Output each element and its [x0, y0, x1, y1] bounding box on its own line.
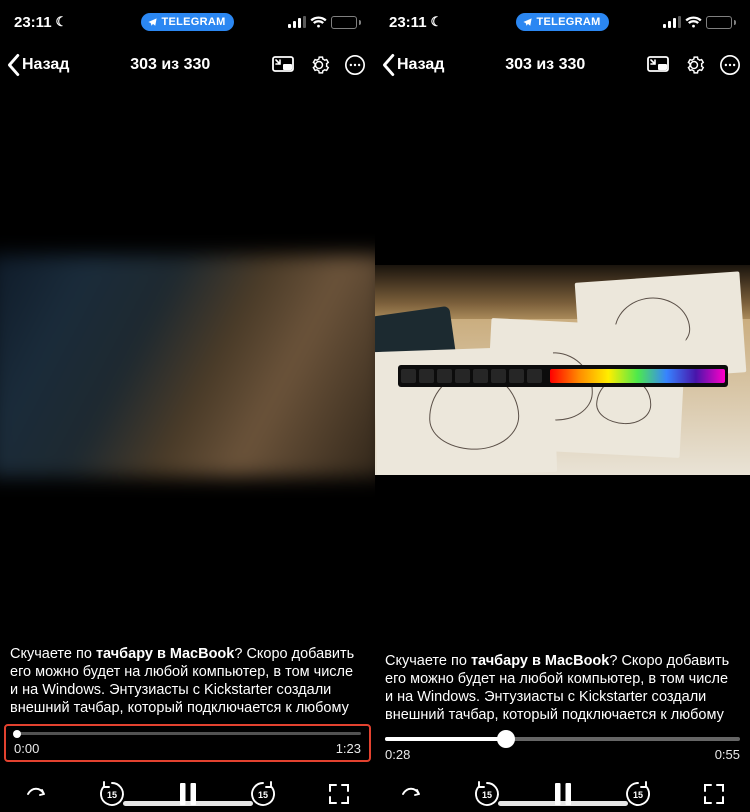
svg-text:15: 15 [107, 790, 117, 800]
telegram-icon [522, 17, 533, 28]
fullscreen-button[interactable] [696, 776, 732, 812]
progress-thumb[interactable] [13, 730, 21, 738]
elapsed-time: 0:28 [385, 747, 410, 762]
video-frame [375, 265, 750, 475]
home-indicator[interactable] [123, 801, 253, 806]
screenshot-left: 23:11 ☾ TELEGRAM 41 Назад 303 из 330 [0, 0, 375, 812]
video-frame [0, 255, 386, 478]
telegram-pill[interactable]: TELEGRAM [141, 13, 233, 31]
video-area[interactable] [0, 86, 375, 646]
gear-icon [308, 54, 330, 76]
wifi-icon [310, 16, 327, 28]
remaining-time: 0:55 [715, 747, 740, 762]
screenshot-right: 23:11 ☾ TELEGRAM 41 Назад 303 из 330 [375, 0, 750, 812]
elapsed-time: 0:00 [14, 741, 39, 756]
cellular-icon [288, 16, 306, 28]
rewind-15-button[interactable]: 15 [469, 776, 505, 812]
more-icon [344, 54, 366, 76]
fullscreen-button[interactable] [321, 776, 357, 812]
forward-icon: 15 [248, 779, 278, 809]
share-icon [24, 783, 48, 805]
status-time: 23:11 [389, 14, 427, 31]
pip-button[interactable] [271, 53, 295, 77]
battery-icon: 41 [331, 16, 361, 29]
svg-text:15: 15 [482, 790, 492, 800]
remaining-time: 1:23 [336, 741, 361, 756]
nav-bar: Назад 303 из 330 [375, 44, 750, 86]
settings-button[interactable] [682, 53, 706, 77]
pause-button[interactable] [545, 776, 581, 812]
progress-played [385, 737, 506, 741]
home-indicator[interactable] [498, 801, 628, 806]
media-counter: 303 из 330 [130, 56, 210, 74]
settings-button[interactable] [307, 53, 331, 77]
video-area[interactable] [375, 86, 750, 653]
more-button[interactable] [718, 53, 742, 77]
telegram-pill[interactable]: TELEGRAM [516, 13, 608, 31]
fullscreen-icon [328, 783, 350, 805]
media-counter: 303 из 330 [505, 56, 585, 74]
status-bar: 23:11 ☾ TELEGRAM 41 [0, 0, 375, 44]
fullscreen-icon [703, 783, 725, 805]
caption-text: Скучаете по тачбару в MacBook? Скоро доб… [375, 653, 750, 729]
telegram-icon [147, 17, 158, 28]
more-icon [719, 54, 741, 76]
cellular-icon [663, 16, 681, 28]
forward-15-button[interactable]: 15 [620, 776, 656, 812]
back-button[interactable]: Назад [4, 53, 69, 77]
svg-text:15: 15 [633, 790, 643, 800]
touchbar-graphic [398, 365, 728, 387]
chevron-left-icon [4, 53, 22, 77]
battery-icon: 41 [706, 16, 736, 29]
progress-track[interactable] [14, 732, 361, 735]
progress-section: 0:00 1:23 [4, 724, 371, 762]
share-button[interactable] [18, 776, 54, 812]
forward-icon: 15 [623, 779, 653, 809]
pip-button[interactable] [646, 53, 670, 77]
nav-bar: Назад 303 из 330 [0, 44, 375, 86]
dnd-moon-icon: ☾ [431, 14, 443, 30]
pip-icon [272, 56, 294, 74]
share-button[interactable] [393, 776, 429, 812]
chevron-left-icon [379, 53, 397, 77]
progress-track[interactable] [385, 737, 740, 741]
caption-text: Скучаете по тачбару в MacBook? Скоро доб… [0, 646, 375, 722]
dnd-moon-icon: ☾ [56, 14, 68, 30]
pip-icon [647, 56, 669, 74]
pause-button[interactable] [170, 776, 206, 812]
forward-15-button[interactable]: 15 [245, 776, 281, 812]
share-icon [399, 783, 423, 805]
status-time: 23:11 [14, 14, 52, 31]
rewind-15-button[interactable]: 15 [94, 776, 130, 812]
wifi-icon [685, 16, 702, 28]
gear-icon [683, 54, 705, 76]
back-button[interactable]: Назад [379, 53, 444, 77]
progress-section: 0:28 0:55 [375, 729, 750, 762]
svg-text:15: 15 [258, 790, 268, 800]
more-button[interactable] [343, 53, 367, 77]
progress-thumb[interactable] [497, 730, 515, 748]
status-bar: 23:11 ☾ TELEGRAM 41 [375, 0, 750, 44]
